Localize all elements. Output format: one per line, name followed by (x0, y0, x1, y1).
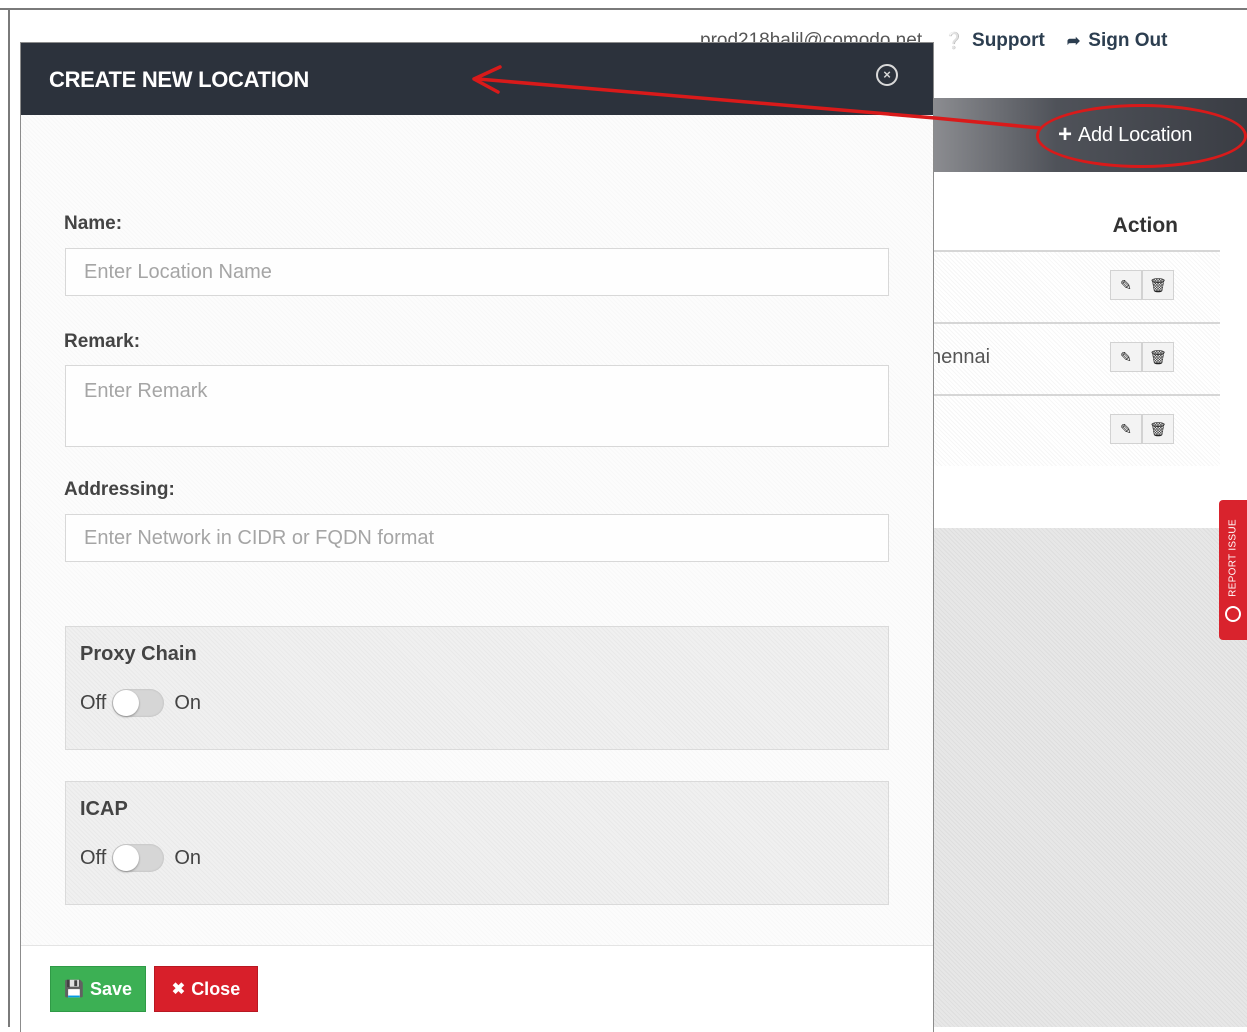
icap-toggle-row: Off On (80, 844, 201, 872)
delete-button[interactable]: 🗑 (1142, 342, 1174, 372)
name-label: Name: (64, 213, 123, 234)
trash-icon: 🗑 (1149, 420, 1167, 437)
proxy-chain-toggle[interactable] (112, 689, 165, 717)
delete-button[interactable]: 🗑 (1142, 414, 1174, 444)
pencil-icon: ✎ (1120, 276, 1132, 293)
dialog-footer: 💾 Save ✖ Close (21, 945, 933, 1032)
remark-label: Remark: (64, 331, 141, 352)
close-label: Close (191, 978, 241, 999)
addressing-placeholder: Enter Network in CIDR or FQDN format (84, 527, 435, 549)
trash-icon: 🗑 (1149, 348, 1167, 365)
close-button[interactable]: ✖ Close (154, 966, 258, 1012)
close-icon: ✖ (171, 981, 186, 998)
proxy-chain-title: Proxy Chain (80, 643, 197, 665)
addressing-label: Addressing: (64, 479, 175, 500)
dialog-body: Name: Enter Location Name Remark: Enter … (21, 115, 933, 945)
table-row: ✎ 🗑 (930, 396, 1220, 466)
icap-off-label: Off (80, 846, 107, 869)
annotation-ellipse (1036, 104, 1247, 168)
close-circle-icon[interactable]: × (876, 64, 898, 86)
location-name-placeholder: Enter Location Name (84, 261, 272, 283)
support-label: Support (972, 30, 1045, 51)
table-header: Action (930, 200, 1220, 252)
help-circle-icon: ❔ (944, 33, 965, 50)
proxy-chain-off-label: Off (80, 691, 107, 714)
edit-button[interactable]: ✎ (1110, 342, 1142, 372)
icap-section: ICAP Off On (65, 781, 889, 905)
row-text: hennai (930, 346, 991, 368)
sign-out-link[interactable]: ➦ Sign Out (1067, 30, 1168, 52)
screenshot-frame-top (0, 8, 1247, 10)
pencil-icon: ✎ (1120, 420, 1132, 437)
edit-button[interactable]: ✎ (1110, 414, 1142, 444)
trash-icon: 🗑 (1149, 276, 1167, 293)
sign-out-label: Sign Out (1088, 30, 1168, 51)
locations-table: Action ✎ 🗑 hennai ✎ 🗑 ✎ 🗑 (930, 200, 1220, 466)
page-background-area (930, 528, 1247, 1027)
floppy-disk-icon: 💾 (64, 981, 84, 998)
dialog-title: CREATE NEW LOCATION (49, 67, 309, 92)
remark-placeholder: Enter Remark (84, 380, 208, 402)
proxy-chain-toggle-row: Off On (80, 689, 201, 717)
report-issue-label: REPORT ISSUE (1227, 519, 1239, 597)
proxy-chain-section: Proxy Chain Off On (65, 626, 889, 750)
proxy-chain-on-label: On (174, 691, 201, 714)
save-label: Save (89, 978, 132, 999)
screenshot-frame-left (8, 8, 10, 1027)
edit-button[interactable]: ✎ (1110, 270, 1142, 300)
icap-toggle[interactable] (112, 844, 165, 872)
icap-title: ICAP (80, 798, 128, 820)
table-row: ✎ 🗑 (930, 252, 1220, 324)
pencil-icon: ✎ (1120, 348, 1132, 365)
toggle-knob (113, 845, 140, 871)
delete-button[interactable]: 🗑 (1142, 270, 1174, 300)
addressing-input[interactable]: Enter Network in CIDR or FQDN format (65, 514, 889, 562)
dialog-header: CREATE NEW LOCATION × (21, 43, 933, 115)
location-name-input[interactable]: Enter Location Name (65, 248, 889, 296)
icap-on-label: On (174, 846, 201, 869)
report-issue-icon (1225, 606, 1241, 622)
support-link[interactable]: ❔ Support (944, 30, 1045, 52)
report-issue-tab[interactable]: REPORT ISSUE (1219, 500, 1247, 640)
toggle-knob (113, 690, 140, 716)
create-location-dialog: CREATE NEW LOCATION × Name: Enter Locati… (20, 42, 934, 1032)
table-row: hennai ✎ 🗑 (930, 324, 1220, 396)
action-column-header: Action (1112, 214, 1178, 237)
save-button[interactable]: 💾 Save (50, 966, 146, 1012)
sign-out-icon: ➦ (1066, 33, 1081, 50)
remark-textarea[interactable]: Enter Remark (65, 365, 889, 447)
